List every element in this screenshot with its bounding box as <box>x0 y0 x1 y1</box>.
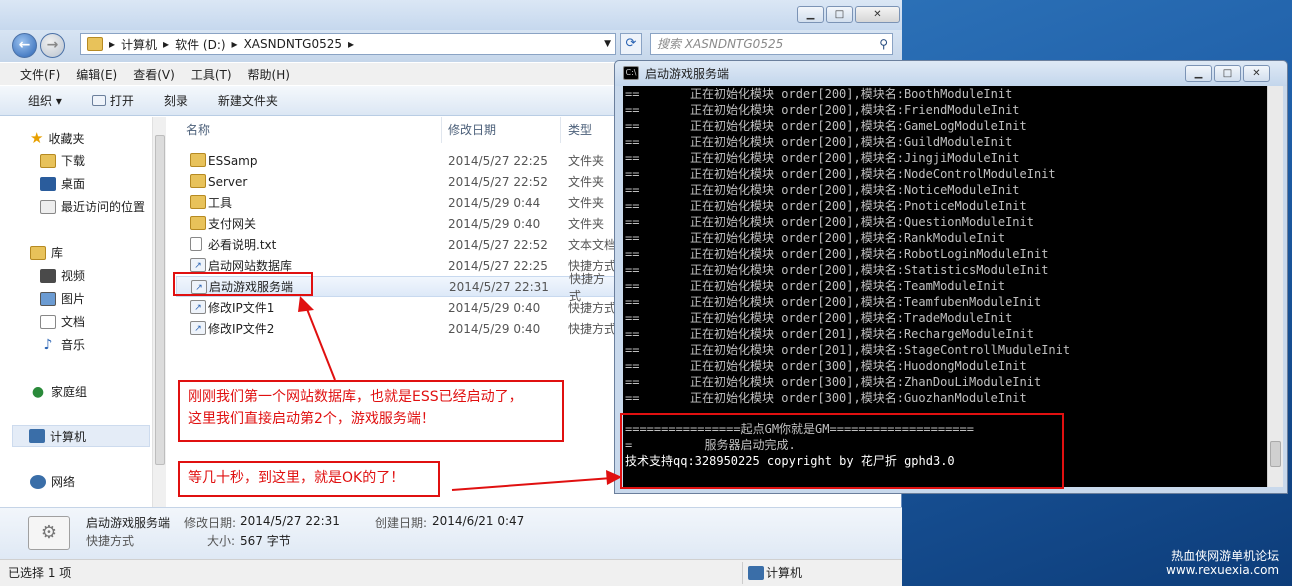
watermark-line: 热血侠网游单机论坛 <box>1171 549 1280 563</box>
arrow-head <box>606 470 622 485</box>
annotation-arrows <box>298 296 622 491</box>
arrow-head <box>298 296 314 312</box>
watermark: 热血侠网游单机论坛 www.rexuexia.com <box>1166 549 1279 577</box>
watermark-line: www.rexuexia.com <box>1166 563 1280 577</box>
arrow-to-shortcut <box>304 303 336 381</box>
arrow-to-console <box>451 477 613 491</box>
